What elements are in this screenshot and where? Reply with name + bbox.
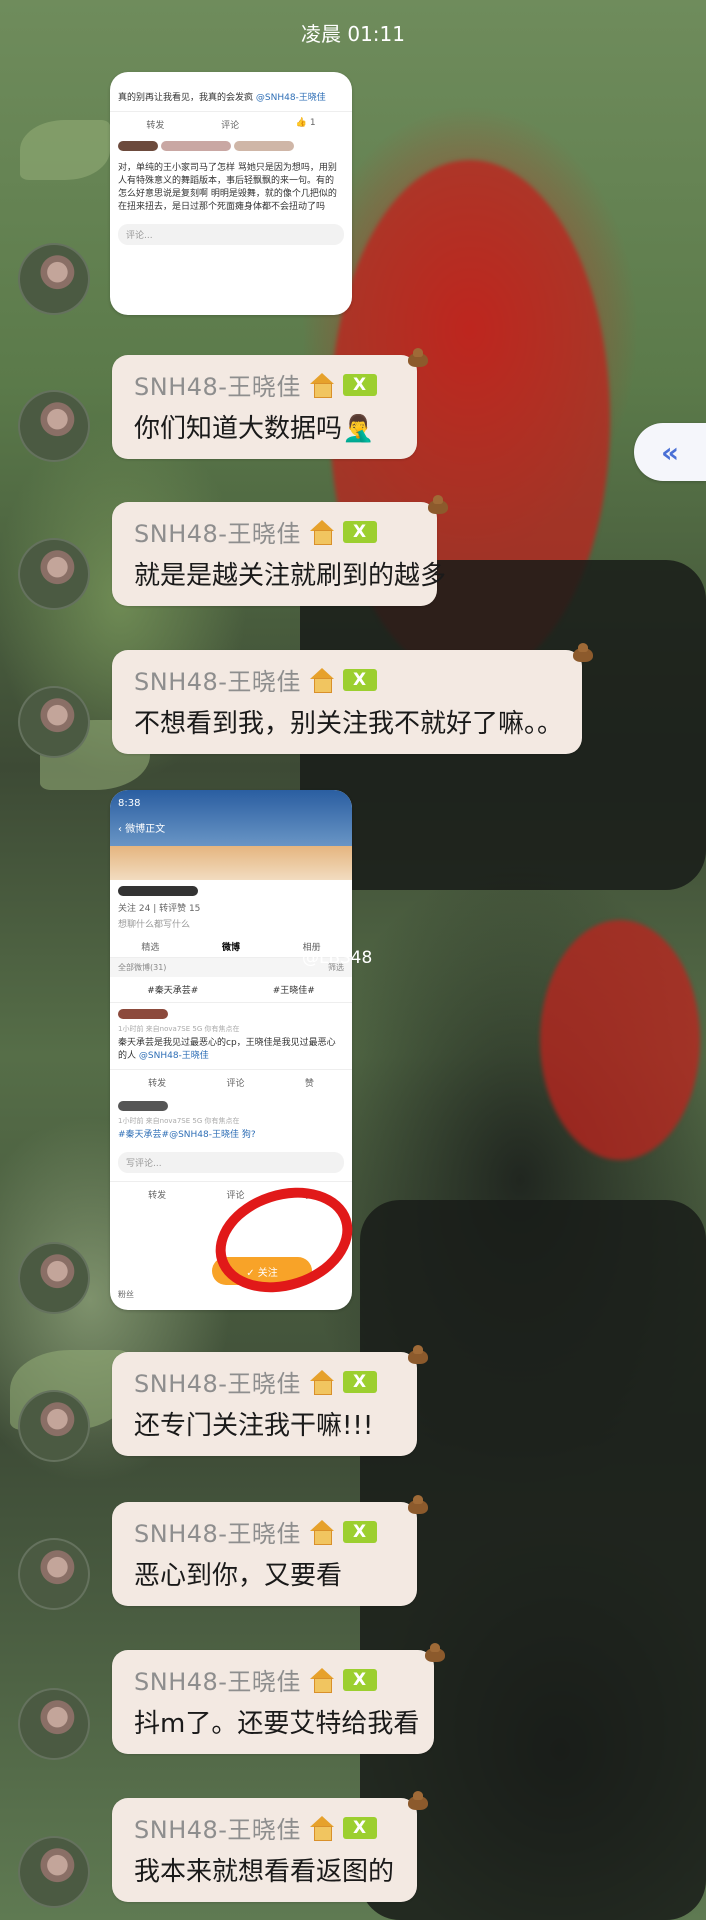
poop-icon: [405, 1492, 431, 1514]
avatar[interactable]: [18, 686, 90, 758]
message-text: 抖m了。还要艾特给我看: [134, 1709, 420, 1739]
sender-line: SNH48-王晓佳 X: [134, 514, 417, 549]
avatar[interactable]: [18, 1538, 90, 1610]
poop-icon: [425, 492, 451, 514]
post-text: 真的别再让我看见，我真的会发疯 @SNH48-王晓佳: [118, 93, 326, 103]
message-bubble[interactable]: SNH48-王晓佳 X 还专门关注我干嘛!!!: [112, 1345, 428, 1456]
post-text-2: 对，单纯的王小家司马了怎样 骂她只是因为想吗，用别人有特殊意义的舞蹈版本，事后轻…: [118, 162, 337, 212]
watermark: @LBS48: [302, 948, 373, 968]
sender-line: SNH48-王晓佳 X: [134, 1662, 414, 1697]
sender-name: SNH48-王晓佳: [134, 668, 301, 696]
avatar[interactable]: [18, 538, 90, 610]
status-time: 凌晨 01:11: [301, 22, 405, 46]
level-badge: X: [342, 668, 377, 691]
message-bubble[interactable]: SNH48-王晓佳 X 抖m了。还要艾特给我看: [112, 1643, 445, 1754]
message-text: 我本来就想看看返图的: [134, 1857, 395, 1887]
screenshot-image-1[interactable]: 真的别再让我看见，我真的会发疯 @SNH48-王晓佳 转发 评论 👍 1 对，单纯的…: [110, 72, 352, 315]
comment-input: 评论...: [118, 223, 344, 245]
level-badge: X: [342, 1370, 377, 1393]
sender-name: SNH48-王晓佳: [134, 1520, 301, 1548]
poop-icon: [405, 345, 431, 367]
house-icon: [309, 519, 335, 545]
avatar[interactable]: [18, 1390, 90, 1462]
message-bubble[interactable]: SNH48-王晓佳 X 我本来就想看看返图的: [112, 1791, 428, 1902]
avatar[interactable]: [18, 1688, 90, 1760]
poop-icon: [405, 1788, 431, 1810]
message-text: 不想看到我，别关注我不就好了嘛。。: [134, 709, 564, 739]
sender-line: SNH48-王晓佳 X: [134, 1514, 397, 1549]
house-icon: [309, 372, 335, 398]
background-hair-lower: [540, 920, 700, 1160]
message-bubble[interactable]: SNH48-王晓佳 X 就是是越关注就刷到的越多: [112, 495, 448, 606]
weibo-post-2: 1小时前 来自nova7SE 5G 你有焦点在 #秦天承芸#@SNH48-王晓佳…: [110, 1095, 352, 1148]
avatar[interactable]: [18, 1242, 90, 1314]
house-icon: [309, 667, 335, 693]
poop-icon: [422, 1640, 448, 1662]
sender-line: SNH48-王晓佳 X: [134, 367, 397, 402]
poop-icon: [570, 640, 596, 662]
sender-name: SNH48-王晓佳: [134, 520, 301, 548]
profile-header: 8:38 ‹ 微博正文: [110, 790, 352, 880]
sender-line: SNH48-王晓佳 X: [134, 662, 562, 697]
house-icon: [309, 1667, 335, 1693]
profile-stats: 关注 24 | 转评赞 15 想聊什么都写什么: [110, 880, 352, 936]
sender-name: SNH48-王晓佳: [134, 1816, 301, 1844]
level-badge: X: [342, 1520, 377, 1543]
collapse-chevrons-icon[interactable]: «: [634, 423, 706, 481]
sender-line: SNH48-王晓佳 X: [134, 1810, 397, 1845]
house-icon: [309, 1815, 335, 1841]
level-badge: X: [342, 1816, 377, 1839]
level-badge: X: [342, 1668, 377, 1691]
topic-tags: #秦天承芸# #王晓佳#: [110, 977, 352, 1003]
house-icon: [309, 1369, 335, 1395]
avatar[interactable]: [18, 243, 90, 315]
message-bubble[interactable]: SNH48-王晓佳 X 不想看到我，别关注我不就好了嘛。。: [112, 643, 593, 754]
message-text: 就是是越关注就刷到的越多: [134, 561, 447, 591]
weibo-post: 1小时前 来自nova7SE 5G 你有焦点在 秦天承芸是我见过最恶心的cp，王…: [110, 1003, 352, 1069]
message-text: 还专门关注我干嘛!!!: [134, 1411, 374, 1441]
avatar[interactable]: [18, 1836, 90, 1908]
poop-icon: [405, 1342, 431, 1364]
message-text: 你们知道大数据吗🤦‍♂️: [134, 414, 375, 444]
sender-name: SNH48-王晓佳: [134, 1668, 301, 1696]
bottom-tab: 粉丝: [118, 1290, 134, 1299]
sender-name: SNH48-王晓佳: [134, 1370, 301, 1398]
back-nav: ‹ 微博正文: [118, 824, 166, 835]
message-bubble[interactable]: SNH48-王晓佳 X 你们知道大数据吗🤦‍♂️: [112, 348, 428, 459]
post-actions: 转发 评论 👍 1: [110, 111, 352, 137]
background-leaf: [20, 120, 110, 180]
phone-time: 8:38: [118, 798, 141, 809]
write-comment: 写评论...: [118, 1152, 344, 1174]
avatar[interactable]: [18, 390, 90, 462]
house-icon: [309, 1519, 335, 1545]
sender-line: SNH48-王晓佳 X: [134, 1364, 397, 1399]
level-badge: X: [342, 520, 377, 543]
post-actions: 转发 评论赞: [110, 1068, 352, 1095]
message-text: 恶心到你，又要看: [134, 1561, 343, 1591]
sender-name: SNH48-王晓佳: [134, 373, 301, 401]
post-author-row: [110, 137, 352, 156]
level-badge: X: [342, 373, 377, 396]
message-bubble[interactable]: SNH48-王晓佳 X 恶心到你，又要看: [112, 1495, 428, 1606]
